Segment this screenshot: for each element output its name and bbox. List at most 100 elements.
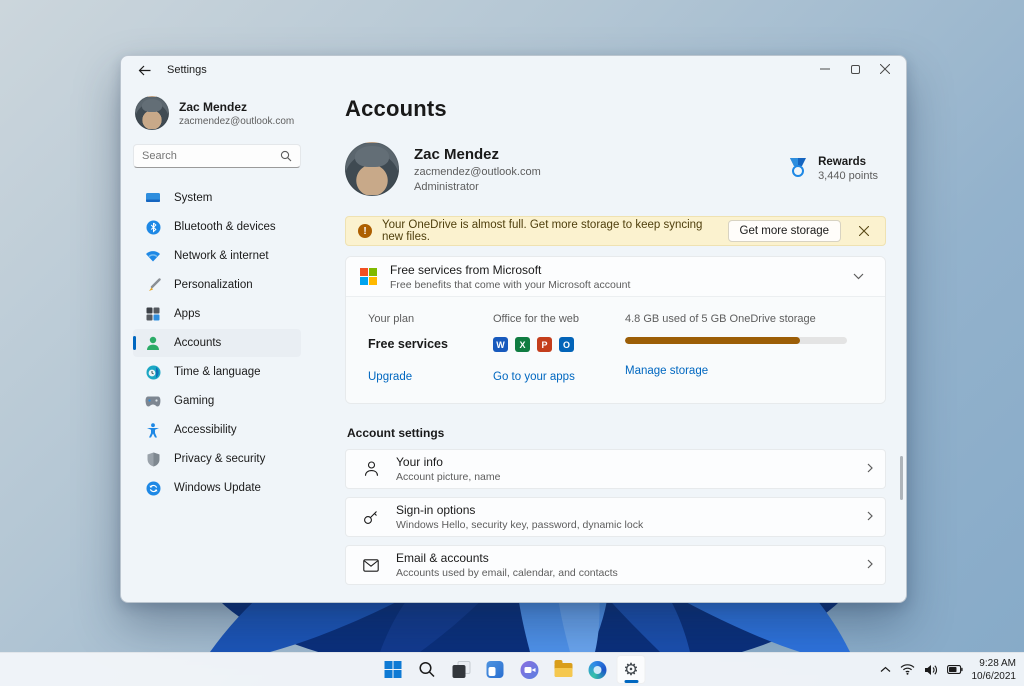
chevron-right-icon: [867, 460, 873, 478]
expander-subtitle: Free benefits that come with your Micros…: [390, 278, 631, 291]
widgets-button[interactable]: [481, 655, 510, 684]
chevron-down-icon[interactable]: [845, 273, 871, 280]
maximize-button[interactable]: [840, 58, 870, 80]
profile-role: Administrator: [414, 180, 479, 193]
gaming-icon: [145, 393, 161, 409]
sidebar-item-personalization[interactable]: Personalization: [133, 271, 301, 299]
settings-row-email-accounts[interactable]: Email & accounts Accounts used by email,…: [345, 545, 886, 585]
settings-row-sign-in-options[interactable]: Sign-in options Windows Hello, security …: [345, 497, 886, 537]
sidebar-user-card[interactable]: Zac Mendez zacmendez@outlook.com: [135, 96, 301, 130]
accessibility-icon: [145, 422, 161, 438]
time-language-icon: [145, 364, 161, 380]
back-button[interactable]: [133, 60, 155, 80]
person-icon: [362, 461, 380, 477]
sidebar-item-apps[interactable]: Apps: [133, 300, 301, 328]
chat-button[interactable]: [515, 655, 544, 684]
file-explorer-button[interactable]: [549, 655, 578, 684]
section-title-account-settings: Account settings: [347, 426, 445, 440]
sidebar-nav: System Bluetooth & devices Network & int…: [133, 184, 301, 502]
wifi-icon[interactable]: [900, 664, 915, 675]
row-subtitle: Windows Hello, security key, password, d…: [396, 519, 644, 531]
close-button[interactable]: [870, 58, 900, 80]
battery-icon[interactable]: [946, 665, 963, 674]
upgrade-link[interactable]: Upgrade: [368, 371, 412, 383]
banner-close-icon[interactable]: [851, 220, 877, 242]
sidebar-item-bluetooth-devices[interactable]: Bluetooth & devices: [133, 213, 301, 241]
volume-icon[interactable]: [924, 664, 938, 676]
storage-progress-bar: [625, 337, 847, 344]
windows-update-icon: [145, 480, 161, 496]
search-icon: [280, 150, 292, 162]
title-bar: Settings: [121, 56, 906, 84]
sidebar-item-label: Privacy & security: [174, 453, 266, 465]
your-plan-value: Free services: [368, 337, 448, 351]
outlook-icon: O: [559, 337, 574, 352]
onedrive-warning-banner: ! Your OneDrive is almost full. Get more…: [345, 216, 886, 246]
sidebar-item-accessibility[interactable]: Accessibility: [133, 416, 301, 444]
accounts-icon: [145, 335, 161, 351]
sidebar-item-label: Gaming: [174, 395, 215, 407]
edge-button[interactable]: [583, 655, 612, 684]
your-plan-label: Your plan: [368, 313, 415, 325]
tray-date: 10/6/2021: [971, 670, 1017, 682]
row-subtitle: Accounts used by email, calendar, and co…: [396, 567, 618, 579]
task-view-button[interactable]: [447, 655, 476, 684]
powerpoint-icon: P: [537, 337, 552, 352]
sidebar-item-label: Personalization: [174, 279, 253, 291]
taskbar-clock[interactable]: 9:28 AM 10/6/2021: [972, 657, 1017, 683]
system-tray: 9:28 AM 10/6/2021: [880, 657, 1017, 683]
edge-icon: [588, 660, 606, 679]
start-button[interactable]: [379, 655, 408, 684]
rewards-medal-icon: [790, 158, 807, 177]
sidebar-user-email: zacmendez@outlook.com: [179, 115, 295, 127]
search-icon: [419, 661, 435, 678]
microsoft-logo-icon: [360, 268, 377, 285]
tray-chevron-up-icon[interactable]: [880, 666, 891, 673]
expander-title: Free services from Microsoft: [390, 262, 542, 277]
sidebar-item-label: Network & internet: [174, 250, 269, 262]
sidebar-item-label: Bluetooth & devices: [174, 221, 276, 233]
avatar: [345, 142, 399, 196]
get-more-storage-button[interactable]: Get more storage: [727, 220, 841, 242]
sidebar-item-time-language[interactable]: Time & language: [133, 358, 301, 386]
windows-start-icon: [384, 661, 402, 678]
page-title: Accounts: [345, 96, 447, 121]
go-to-apps-link[interactable]: Go to your apps: [493, 371, 575, 383]
search-input[interactable]: Search: [133, 144, 301, 168]
sidebar-item-gaming[interactable]: Gaming: [133, 387, 301, 415]
sidebar-item-network-internet[interactable]: Network & internet: [133, 242, 301, 270]
selected-indicator: [133, 336, 136, 350]
taskbar-search-button[interactable]: [413, 655, 442, 684]
manage-storage-link[interactable]: Manage storage: [625, 365, 708, 377]
free-services-expander[interactable]: Free services from Microsoft Free benefi…: [346, 257, 885, 297]
personalization-icon: [145, 277, 161, 293]
sidebar-item-label: System: [174, 192, 213, 204]
search-placeholder: Search: [142, 150, 177, 162]
sidebar-item-label: Time & language: [174, 366, 261, 378]
window-title: Settings: [167, 64, 207, 76]
sidebar-item-system[interactable]: System: [133, 184, 301, 212]
rewards-block[interactable]: Rewards 3,440 points: [787, 156, 878, 182]
file-explorer-icon: [554, 659, 572, 677]
chevron-right-icon: [867, 508, 873, 526]
row-subtitle: Account picture, name: [396, 471, 501, 483]
gear-icon: ⚙: [623, 660, 639, 679]
minimize-button[interactable]: [810, 58, 840, 80]
warning-icon: !: [358, 224, 372, 238]
avatar: [135, 96, 169, 130]
excel-icon: X: [515, 337, 530, 352]
settings-taskbar-button[interactable]: ⚙: [616, 655, 646, 684]
sidebar-item-accounts[interactable]: Accounts: [133, 329, 301, 357]
apps-icon: [145, 306, 161, 322]
key-icon: [362, 509, 380, 525]
settings-window: Settings Zac Mendez zacmendez@outlook.co…: [120, 55, 907, 603]
window-scrollbar[interactable]: [900, 456, 903, 500]
word-icon: W: [493, 337, 508, 352]
sidebar-item-privacy-security[interactable]: Privacy & security: [133, 445, 301, 473]
settings-row-your-info[interactable]: Your info Account picture, name: [345, 449, 886, 489]
sidebar-item-windows-update[interactable]: Windows Update: [133, 474, 301, 502]
privacy-icon: [145, 451, 161, 467]
rewards-points: 3,440 points: [818, 170, 878, 182]
sidebar-item-label: Windows Update: [174, 482, 261, 494]
office-app-icons: W X P O: [493, 337, 625, 352]
